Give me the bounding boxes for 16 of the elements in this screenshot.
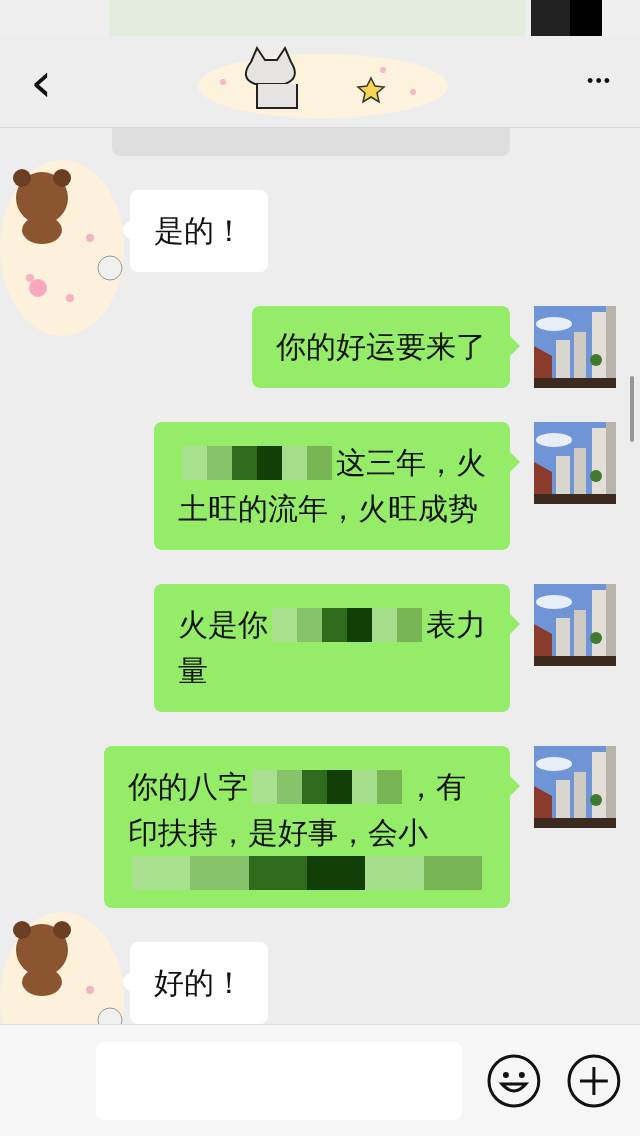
message-text: 土旺的流年，火旺成势: [178, 490, 478, 528]
scroll-bar: [630, 376, 634, 442]
plus-icon[interactable]: [566, 1052, 622, 1109]
message-text: 火是你: [178, 606, 268, 644]
message-text: 量: [178, 652, 208, 690]
message-text: 你的八字: [128, 768, 248, 806]
message-text: 这三年，火: [336, 444, 486, 482]
back-button[interactable]: ‹: [20, 53, 63, 110]
message-text: 是的！: [154, 212, 244, 250]
emoji-icon[interactable]: [486, 1052, 543, 1109]
message-text: 印扶持，是好事，会小: [128, 814, 428, 852]
message-text: 好的！: [154, 964, 244, 1002]
message-text: 你的好运要来了: [276, 328, 486, 366]
message-text: 表力: [426, 606, 486, 644]
message-text: ，有: [406, 768, 466, 806]
more-button[interactable]: •••: [583, 67, 616, 96]
